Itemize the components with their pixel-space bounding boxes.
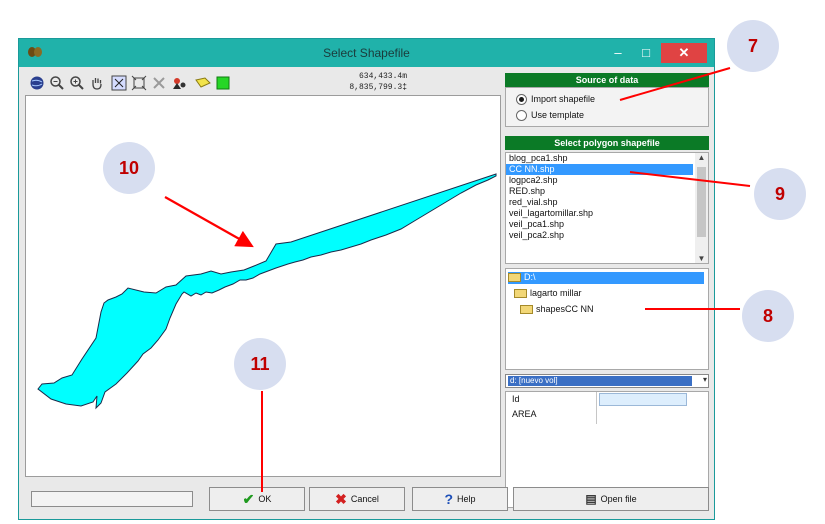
shapefile-polygon-view <box>37 173 497 410</box>
open-folder-icon <box>514 289 527 299</box>
folder-label: lagarto millar <box>530 288 582 298</box>
grid-divider <box>596 392 597 424</box>
map-toolbar: 634,433.4m 8,835,799.3‡ <box>27 71 497 95</box>
coordinate-readout: 634,433.4m 8,835,799.3‡ <box>347 71 407 93</box>
list-scrollbar[interactable]: ▲ ▼ <box>695 153 708 263</box>
file-icon: ▤ <box>585 492 597 506</box>
folder-tree[interactable]: D:\ lagarto millar shapesCC NN <box>505 268 709 370</box>
list-item[interactable]: logpca2.shp <box>506 175 693 186</box>
open-folder-icon <box>508 273 521 283</box>
list-item[interactable]: veil_pca2.shp <box>506 230 693 241</box>
ok-button[interactable]: ✔ OK <box>209 487 305 511</box>
drive-combo-value: d: [nuevo vol] <box>508 376 692 386</box>
list-item[interactable]: red_vial.shp <box>506 197 693 208</box>
clear-icon[interactable] <box>151 75 167 91</box>
zoom-extent-icon[interactable] <box>111 75 127 91</box>
use-template-option[interactable]: Use template <box>516 110 585 122</box>
map-canvas[interactable] <box>25 95 501 477</box>
globe-icon[interactable] <box>29 75 45 91</box>
drive-label: D:\ <box>524 272 536 282</box>
close-window-button[interactable]: ✕ <box>661 43 707 63</box>
radio-selected-icon[interactable] <box>516 94 527 106</box>
green-fill-icon[interactable] <box>215 75 231 91</box>
list-item[interactable]: blog_pca1.shp <box>506 153 693 164</box>
cancel-label: Cancel <box>350 494 379 504</box>
source-of-data-header: Source of data <box>505 73 709 87</box>
zoom-out-icon[interactable] <box>49 75 65 91</box>
help-label: Help <box>457 494 476 504</box>
help-button[interactable]: ? Help <box>412 487 508 511</box>
scroll-up-icon[interactable]: ▲ <box>695 153 708 162</box>
list-item[interactable]: veil_pca1.shp <box>506 219 693 230</box>
x-icon: ✖ <box>335 490 347 507</box>
title-bar[interactable]: Select Shapefile – □ ✕ <box>19 39 714 67</box>
use-template-label: Use template <box>531 110 585 120</box>
field-name: Id <box>512 394 520 404</box>
subfolder-label: shapesCC NN <box>536 304 594 314</box>
import-shapefile-label: Import shapefile <box>531 94 596 104</box>
tree-item-subfolder[interactable]: shapesCC NN <box>520 304 594 315</box>
zoom-in-icon[interactable] <box>69 75 85 91</box>
coord-y: 8,835,799.3‡ <box>349 83 407 92</box>
select-polygon-header: Select polygon shapefile <box>505 136 709 150</box>
open-file-button[interactable]: ▤ Open file <box>513 487 709 511</box>
list-item[interactable]: RED.shp <box>506 186 693 197</box>
ok-label: OK <box>258 494 272 504</box>
bottom-bar: ✔ OK ✖ Cancel ? Help ▤ Open file <box>19 481 716 519</box>
source-options: Import shapefile Use template <box>505 87 709 127</box>
drive-combo[interactable]: d: [nuevo vol] ▾ <box>505 374 709 388</box>
checkmark-icon: ✔ <box>242 490 255 507</box>
open-file-label: Open file <box>600 494 637 504</box>
tree-item-drive[interactable]: D:\ <box>508 272 704 284</box>
question-icon: ? <box>444 491 454 507</box>
list-item[interactable]: veil_lagartomillar.shp <box>506 208 693 219</box>
chevron-down-icon[interactable]: ▾ <box>703 375 707 384</box>
scroll-thumb[interactable] <box>697 167 706 237</box>
pan-hand-icon[interactable] <box>89 75 105 91</box>
tree-item-folder[interactable]: lagarto millar <box>514 288 582 299</box>
coord-x: 634,433.4m <box>358 72 407 81</box>
scroll-down-icon[interactable]: ▼ <box>695 254 708 263</box>
status-field <box>31 491 193 507</box>
callout-11: 11 <box>234 338 286 390</box>
minimize-button[interactable]: – <box>607 43 629 63</box>
open-folder-icon <box>520 305 533 315</box>
zoom-layer-icon[interactable] <box>131 75 147 91</box>
field-row-area: AREA <box>512 409 537 419</box>
select-icon[interactable] <box>195 75 211 91</box>
select-shapefile-dialog: Select Shapefile – □ ✕ 634,433.4m 8,835,… <box>18 38 715 520</box>
shapefile-list[interactable]: blog_pca1.shp CC NN.shp logpca2.shp RED.… <box>505 152 709 264</box>
maximize-button[interactable]: □ <box>635 43 657 63</box>
callout-9: 9 <box>754 168 806 220</box>
callout-7: 7 <box>727 20 779 72</box>
radio-unselected-icon[interactable] <box>516 110 527 122</box>
cancel-button[interactable]: ✖ Cancel <box>309 487 405 511</box>
import-shapefile-option[interactable]: Import shapefile <box>516 94 596 106</box>
field-value-cell[interactable] <box>599 393 687 406</box>
identify-icon[interactable] <box>171 75 187 91</box>
field-row-id: Id <box>512 394 520 404</box>
callout-10: 10 <box>103 142 155 194</box>
list-item-selected[interactable]: CC NN.shp <box>506 164 693 175</box>
field-name: AREA <box>512 409 537 419</box>
callout-8: 8 <box>742 290 794 342</box>
